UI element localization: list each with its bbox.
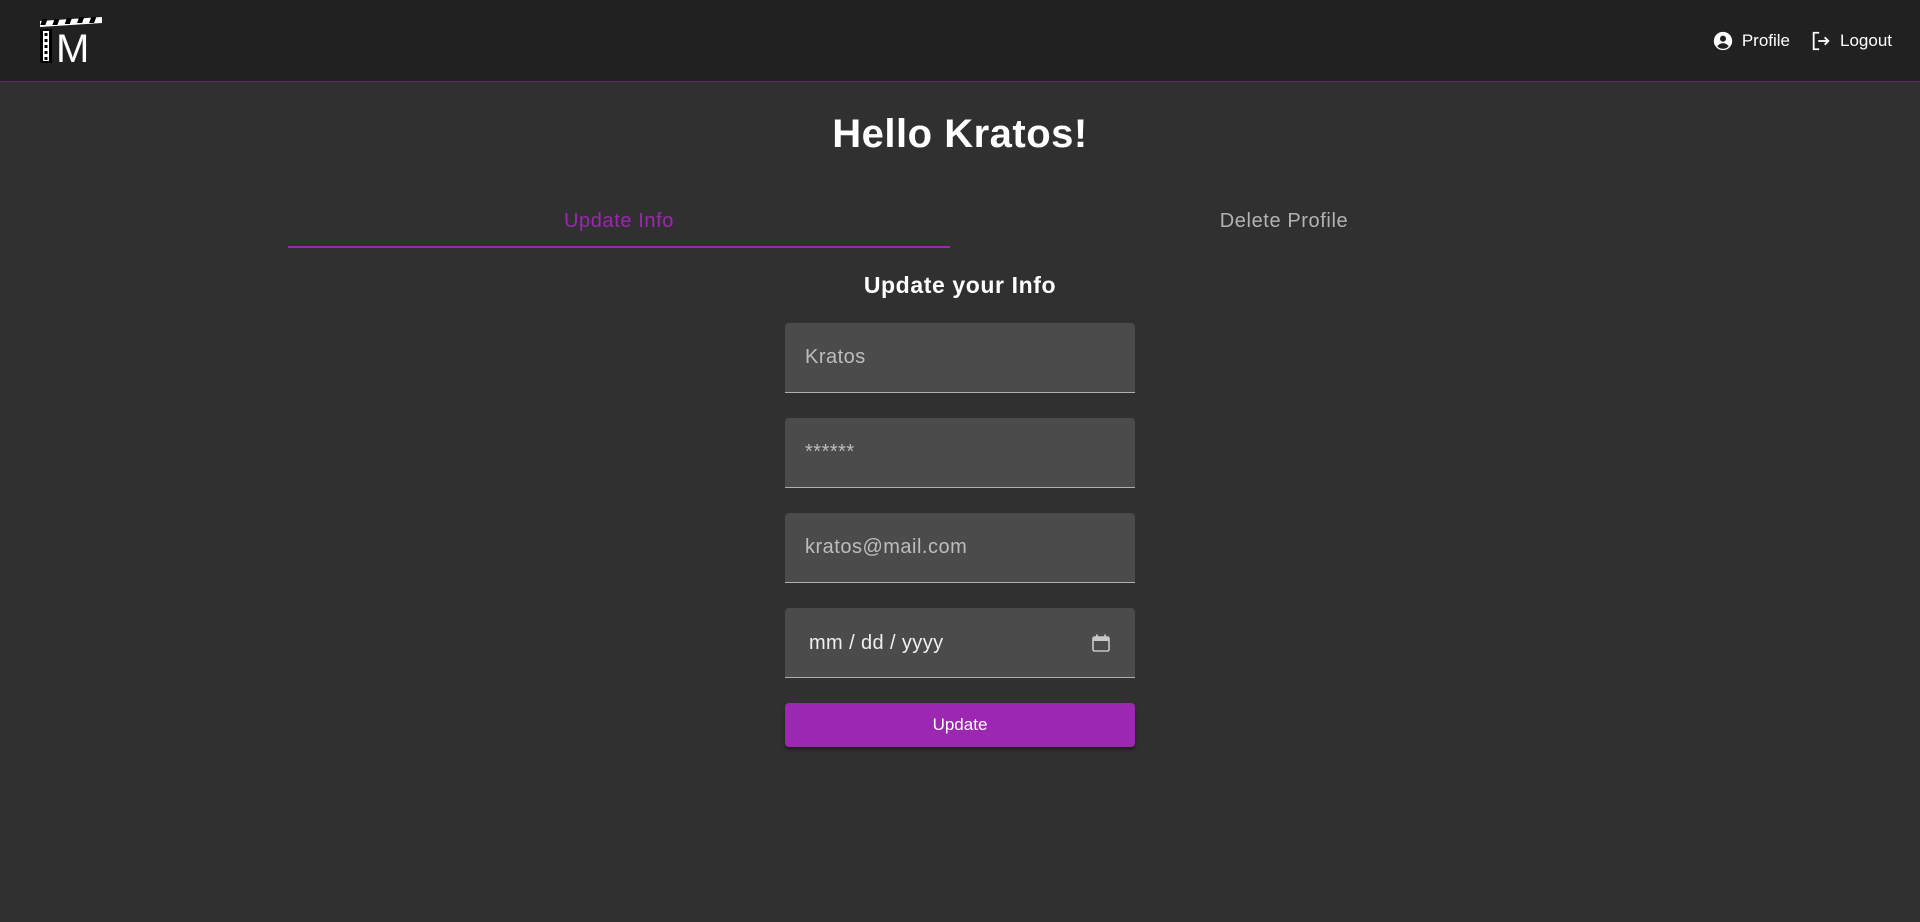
update-button[interactable]: Update [785,703,1135,747]
active-tab-indicator [288,246,950,248]
email-input[interactable] [785,513,1135,582]
profile-link-label: Profile [1741,31,1790,50]
username-field [785,323,1135,393]
header-nav: Profile Logout [1712,28,1892,54]
logout-link-label: Logout [1840,31,1892,50]
username-input[interactable] [785,323,1135,392]
calendar-icon[interactable] [1091,633,1111,653]
account-circle-icon [1713,31,1732,51]
profile-link[interactable]: Profile [1712,28,1790,54]
logo[interactable]: M [38,15,104,71]
tab-update-info[interactable]: Update Info [288,195,950,247]
top-bar: M Profile Logout [0,0,1920,82]
logout-link[interactable]: Logout [1810,28,1892,54]
tab-delete-profile[interactable]: Delete Profile [950,195,1618,247]
birthdate-field[interactable]: mm / dd / yyyy [785,608,1135,678]
password-input[interactable] [785,418,1135,487]
form-title: Update your Info [863,272,1057,298]
password-field [785,418,1135,488]
profile-tabs: Update Info Delete Profile [288,195,1618,249]
page-title: Hello Kratos! [832,112,1088,156]
logout-icon [1812,31,1830,51]
date-input-placeholder[interactable]: mm / dd / yyyy [809,608,944,678]
email-field [785,513,1135,583]
film-logo-icon: M [40,17,102,71]
svg-text:M: M [56,27,89,65]
